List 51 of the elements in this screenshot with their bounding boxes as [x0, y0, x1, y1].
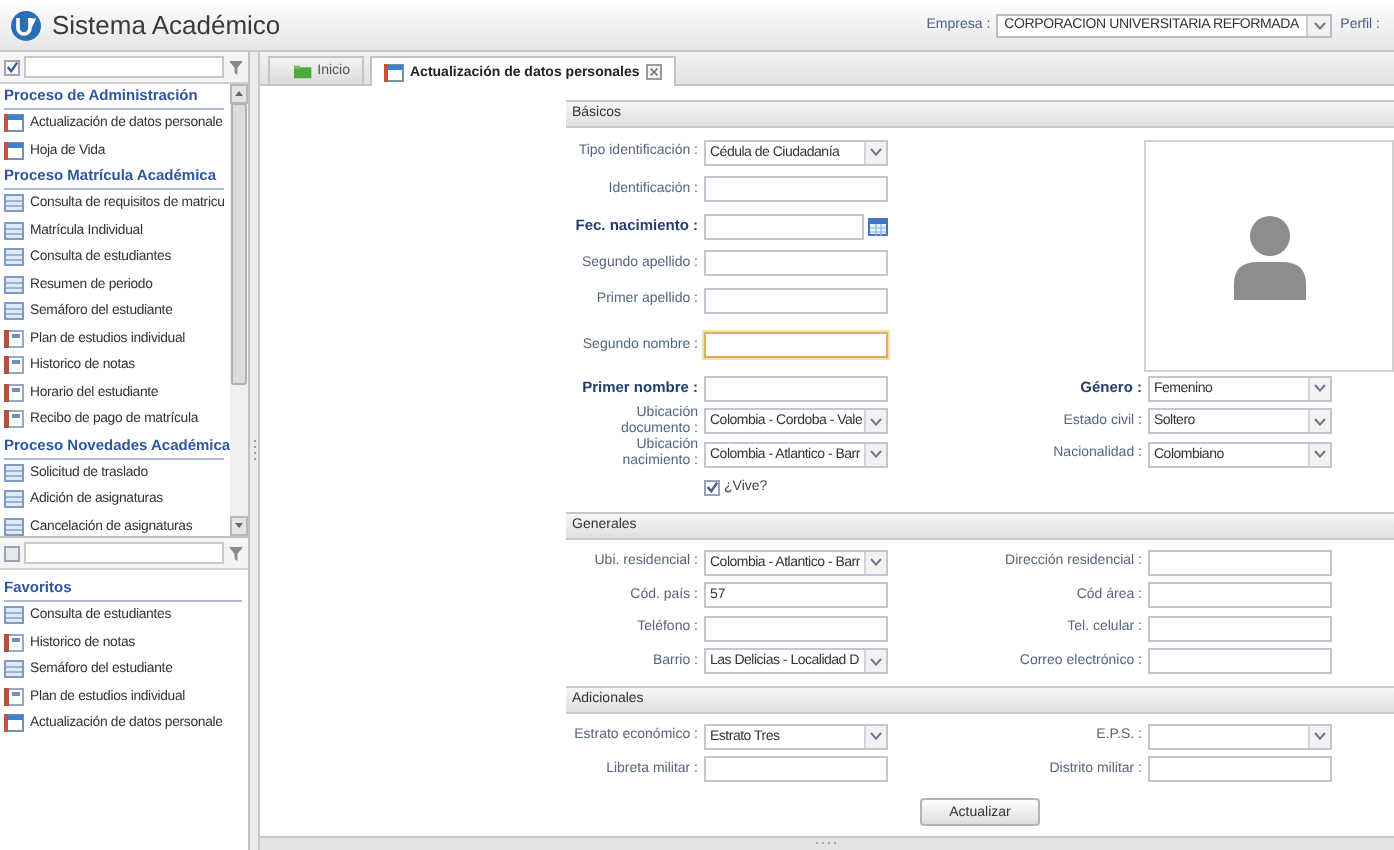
close-icon — [645, 64, 662, 80]
table-icon — [4, 606, 24, 625]
logo-icon — [10, 9, 42, 41]
date-field[interactable] — [704, 213, 864, 240]
filter-icon — [228, 545, 244, 561]
caret-icon — [1314, 732, 1326, 741]
caret-icon — [870, 558, 882, 567]
caret-icon — [870, 450, 882, 459]
table-icon — [4, 302, 24, 321]
folder-icon — [294, 63, 312, 79]
dropdown[interactable] — [1148, 723, 1332, 750]
table-icon — [4, 248, 24, 267]
text-field[interactable] — [704, 250, 888, 277]
checkbox[interactable] — [4, 59, 20, 75]
text-field[interactable] — [704, 332, 888, 359]
app-title: Sistema Académico — [52, 10, 281, 40]
text-field[interactable] — [1148, 756, 1332, 783]
caret-icon — [870, 657, 882, 666]
caret-icon — [1314, 384, 1326, 393]
table-icon — [4, 517, 24, 536]
person-silhouette-icon — [1229, 212, 1309, 300]
filter-field[interactable] — [24, 542, 224, 564]
calendar-icon — [384, 63, 404, 81]
caret-icon — [1314, 450, 1326, 459]
text-field[interactable] — [704, 756, 888, 783]
filter-field[interactable] — [24, 56, 224, 78]
text-field[interactable] — [1148, 582, 1332, 609]
text-field[interactable] — [704, 287, 888, 314]
caret-icon — [1313, 21, 1326, 29]
text-field[interactable] — [704, 375, 888, 402]
filter-icon — [228, 59, 244, 75]
checkbox[interactable] — [4, 545, 20, 561]
text-field[interactable] — [1148, 648, 1332, 675]
table-icon — [4, 660, 24, 679]
calendar-icon — [868, 217, 888, 236]
table-icon — [4, 221, 24, 240]
caret-icon — [870, 148, 882, 157]
caret-icon — [1314, 417, 1326, 426]
text-field[interactable] — [1148, 549, 1332, 576]
checkbox[interactable] — [704, 479, 720, 496]
check-icon — [6, 60, 18, 74]
table-icon — [4, 463, 24, 482]
text-field[interactable] — [704, 615, 888, 642]
check-icon — [706, 480, 718, 495]
caret-icon — [870, 732, 882, 741]
table-icon — [4, 194, 24, 213]
caret-icon — [870, 417, 882, 426]
text-field[interactable] — [704, 176, 888, 203]
text-field[interactable] — [1148, 615, 1332, 642]
table-icon — [4, 275, 24, 294]
table-icon — [4, 490, 24, 509]
